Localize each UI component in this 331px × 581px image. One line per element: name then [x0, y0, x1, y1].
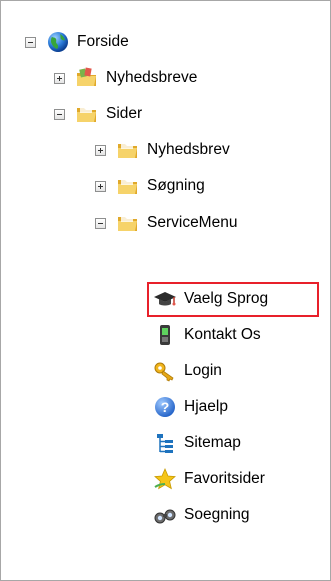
tree-node-label: Søgning [147, 177, 205, 194]
expand-toggle-icon[interactable] [95, 180, 106, 192]
tree-leaf-soegning[interactable]: Soegning [153, 501, 251, 529]
sitemap-icon [153, 431, 177, 455]
tree-leaf-favoritsider[interactable]: Favoritsider [153, 465, 266, 493]
folder-icon [75, 102, 99, 126]
collapse-toggle-icon[interactable] [25, 36, 36, 48]
tree-panel: Forside Nyhedsbreve Sider Nyhedsbrev Søg… [0, 0, 331, 581]
tree-leaf-kontakt-os[interactable]: Kontakt Os [153, 321, 262, 349]
tree-leaf-label: Login [184, 362, 222, 379]
tree-node-label: Forside [77, 33, 129, 50]
globe-icon [46, 30, 70, 54]
tree-leaf-label: Favoritsider [184, 470, 265, 487]
expand-toggle-icon[interactable] [95, 144, 106, 156]
tree-node-forside[interactable]: Forside [25, 28, 130, 56]
tree-leaf-hjaelp[interactable]: ? Hjaelp [153, 393, 229, 421]
selected-node-highlight [147, 282, 319, 317]
tree-node-nyhedsbrev[interactable]: Nyhedsbrev [95, 136, 231, 164]
tree-node-label: Nyhedsbreve [106, 69, 198, 86]
tree-leaf-label: Hjaelp [184, 398, 228, 415]
collapse-toggle-icon[interactable] [54, 108, 65, 120]
binoculars-icon [153, 503, 177, 527]
svg-text:?: ? [161, 399, 170, 415]
mobile-phone-icon [153, 323, 177, 347]
tree-leaf-label: Soegning [184, 506, 250, 523]
star-icon [153, 467, 177, 491]
folder-icon [75, 66, 99, 90]
tree-node-nyhedsbreve[interactable]: Nyhedsbreve [54, 64, 198, 92]
key-icon [153, 359, 177, 383]
tree-leaf-label: Sitemap [184, 434, 241, 451]
collapse-toggle-icon[interactable] [95, 217, 106, 229]
tree-leaf-sitemap[interactable]: Sitemap [153, 429, 242, 457]
tree-node-sogning[interactable]: Søgning [95, 172, 206, 200]
help-icon: ? [153, 395, 177, 419]
tree-leaf-label: Kontakt Os [184, 326, 261, 343]
folder-icon [116, 211, 140, 235]
tree-node-label: Nyhedsbrev [147, 141, 230, 158]
folder-icon [116, 138, 140, 162]
tree-node-label: Sider [106, 105, 143, 122]
tree-node-label: ServiceMenu [147, 214, 238, 231]
folder-icon [116, 174, 140, 198]
tree-node-servicemenu[interactable]: ServiceMenu [95, 209, 238, 237]
expand-toggle-icon[interactable] [54, 72, 65, 84]
tree-leaf-login[interactable]: Login [153, 357, 223, 385]
tree-node-sider[interactable]: Sider [54, 100, 143, 128]
